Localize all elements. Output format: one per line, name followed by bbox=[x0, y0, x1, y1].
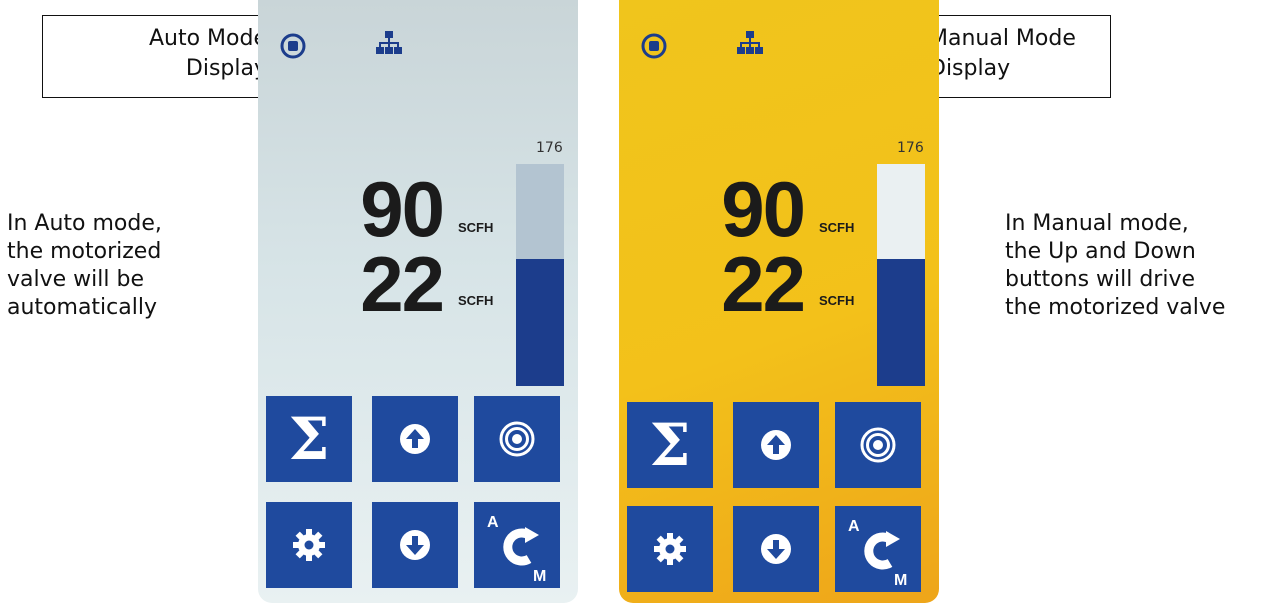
stop-icon[interactable] bbox=[641, 33, 667, 59]
secondary-flow-unit: SCFH bbox=[458, 293, 494, 308]
flow-level-bar bbox=[877, 164, 925, 386]
bar-scale-max: 176 bbox=[897, 140, 924, 156]
up-button[interactable] bbox=[733, 402, 819, 488]
svg-text:Σ: Σ bbox=[649, 415, 690, 475]
network-icon bbox=[376, 30, 402, 56]
secondary-flow-readout: 22 SCFH bbox=[619, 245, 879, 335]
svg-text:A: A bbox=[487, 514, 499, 531]
down-button[interactable] bbox=[372, 502, 458, 588]
manual-note-line: In Manual mode, bbox=[1005, 211, 1189, 236]
primary-flow-value: 90 bbox=[360, 165, 445, 253]
arrow-down-circle-icon bbox=[400, 530, 430, 560]
svg-text:M: M bbox=[533, 568, 546, 585]
auto-callout-line1: Auto Mode bbox=[148, 26, 267, 51]
arrow-up-circle-icon bbox=[400, 424, 430, 454]
auto-note-line: the motorized bbox=[7, 239, 162, 264]
up-button[interactable] bbox=[372, 396, 458, 482]
flow-level-fill bbox=[516, 259, 564, 386]
sigma-icon: Σ bbox=[649, 415, 690, 475]
primary-flow-unit: SCFH bbox=[819, 220, 855, 235]
concentric-circles-icon bbox=[860, 427, 896, 463]
target-button[interactable] bbox=[835, 402, 921, 488]
manual-note-line: the Up and Down bbox=[1005, 239, 1196, 264]
svg-text:Σ: Σ bbox=[288, 409, 329, 469]
manual-callout-line1: Manual Mode bbox=[929, 26, 1076, 51]
auto-manual-toggle-button[interactable]: A M bbox=[835, 506, 921, 592]
stop-icon[interactable] bbox=[280, 33, 306, 59]
arrow-down-circle-icon bbox=[761, 534, 791, 564]
gear-icon bbox=[293, 529, 325, 561]
down-button[interactable] bbox=[733, 506, 819, 592]
auto-note-line: In Auto mode, bbox=[7, 211, 162, 236]
bar-scale-max: 176 bbox=[536, 140, 563, 156]
auto-mode-screen: 176 90 SCFH 22 SCFH Σ A M bbox=[258, 0, 578, 603]
auto-note-line: valve will be bbox=[7, 267, 144, 292]
manual-callout-line2: Display bbox=[929, 56, 1011, 81]
primary-flow-value: 90 bbox=[721, 165, 806, 253]
svg-text:A: A bbox=[848, 518, 860, 535]
auto-manual-icon: A M bbox=[487, 514, 546, 585]
totalizer-button[interactable]: Σ bbox=[627, 402, 713, 488]
manual-mode-note: In Manual mode, the Up and Down buttons … bbox=[1005, 210, 1267, 322]
concentric-circles-icon bbox=[499, 421, 535, 457]
manual-note-line: the motorized valve bbox=[1005, 295, 1226, 320]
auto-mode-callout: Auto Mode Display bbox=[42, 15, 278, 98]
settings-button[interactable] bbox=[627, 506, 713, 592]
flow-level-fill bbox=[877, 259, 925, 386]
manual-mode-callout: Manual Mode Display bbox=[918, 15, 1111, 98]
secondary-flow-value: 22 bbox=[360, 240, 445, 328]
sigma-icon: Σ bbox=[288, 409, 329, 469]
secondary-flow-value: 22 bbox=[721, 240, 806, 328]
secondary-flow-unit: SCFH bbox=[819, 293, 855, 308]
auto-callout-line2: Display bbox=[185, 56, 267, 81]
totalizer-button[interactable]: Σ bbox=[266, 396, 352, 482]
manual-mode-screen: 176 90 SCFH 22 SCFH Σ A M bbox=[619, 0, 939, 603]
primary-flow-unit: SCFH bbox=[458, 220, 494, 235]
flow-level-bar bbox=[516, 164, 564, 386]
svg-text:M: M bbox=[894, 572, 907, 589]
settings-button[interactable] bbox=[266, 502, 352, 588]
auto-manual-toggle-button[interactable]: A M bbox=[474, 502, 560, 588]
target-button[interactable] bbox=[474, 396, 560, 482]
gear-icon bbox=[654, 533, 686, 565]
arrow-up-circle-icon bbox=[761, 430, 791, 460]
auto-manual-icon: A M bbox=[848, 518, 907, 589]
auto-mode-note: In Auto mode, the motorized valve will b… bbox=[7, 210, 247, 322]
auto-note-line: automatically bbox=[7, 295, 157, 320]
network-icon bbox=[737, 30, 763, 56]
secondary-flow-readout: 22 SCFH bbox=[258, 245, 518, 335]
manual-note-line: buttons will drive bbox=[1005, 267, 1196, 292]
